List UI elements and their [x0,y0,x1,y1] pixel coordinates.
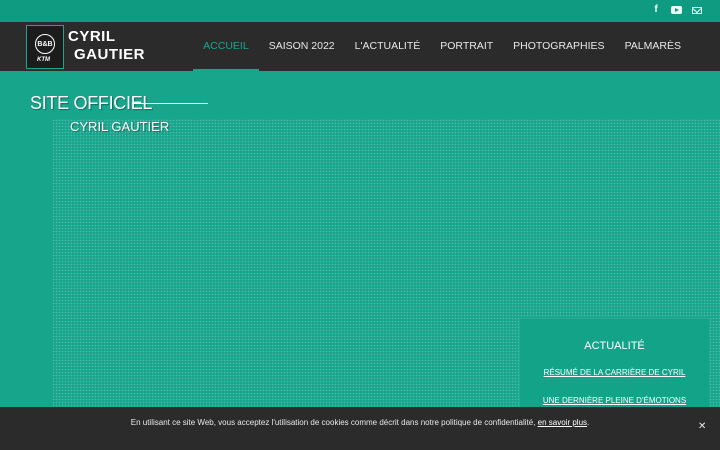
nav-item-accueil[interactable]: ACCUEIL [193,22,259,71]
top-bar: f [0,0,720,22]
nav-item-photographies[interactable]: PHOTOGRAPHIES [503,22,614,71]
nav-item-portrait[interactable]: PORTRAIT [430,22,503,71]
cookie-text: En utilisant ce site Web, vous acceptez … [130,418,538,427]
main-nav: ACCUEIL SAISON 2022 L'ACTUALITÉ PORTRAIT… [193,22,691,71]
site-brand[interactable]: CYRIL GAUTIER [68,28,145,64]
title-divider [132,103,208,104]
facebook-icon[interactable]: f [651,4,661,16]
cookie-message: En utilisant ce site Web, vous acceptez … [0,418,720,427]
team-logo[interactable]: B&B KTM [26,25,64,69]
nav-item-palmares[interactable]: PALMARÈS [615,22,691,71]
logo-badge: B&B [35,34,55,54]
cookie-learn-more-link[interactable]: en savoir plus [538,418,587,427]
youtube-icon[interactable] [671,6,682,14]
news-link-career[interactable]: RÉSUMÉ DE LA CARRIÈRE DE CYRIL [520,368,709,377]
brand-line-1: CYRIL [68,28,116,45]
social-links: f [651,4,702,16]
news-link-emotions[interactable]: UNE DERNIÈRE PLEINE D'ÉMOTIONS [520,396,709,405]
brand-line-2: GAUTIER [74,46,145,63]
site-header: B&B KTM CYRIL GAUTIER ACCUEIL SAISON 202… [0,22,720,71]
hero-section: SITE OFFICIEL CYRIL GAUTIER ACTUALITÉ RÉ… [0,71,720,450]
mail-icon[interactable] [692,7,702,14]
logo-sponsor: KTM [37,57,50,63]
nav-item-actualite[interactable]: L'ACTUALITÉ [345,22,431,71]
nav-item-saison-2022[interactable]: SAISON 2022 [259,22,345,71]
hero-subtitle: CYRIL GAUTIER [70,119,170,134]
cookie-banner: En utilisant ce site Web, vous acceptez … [0,407,720,450]
close-icon[interactable]: ✕ [698,422,706,432]
news-heading: ACTUALITÉ [584,340,645,352]
cookie-suffix: . [587,418,590,427]
